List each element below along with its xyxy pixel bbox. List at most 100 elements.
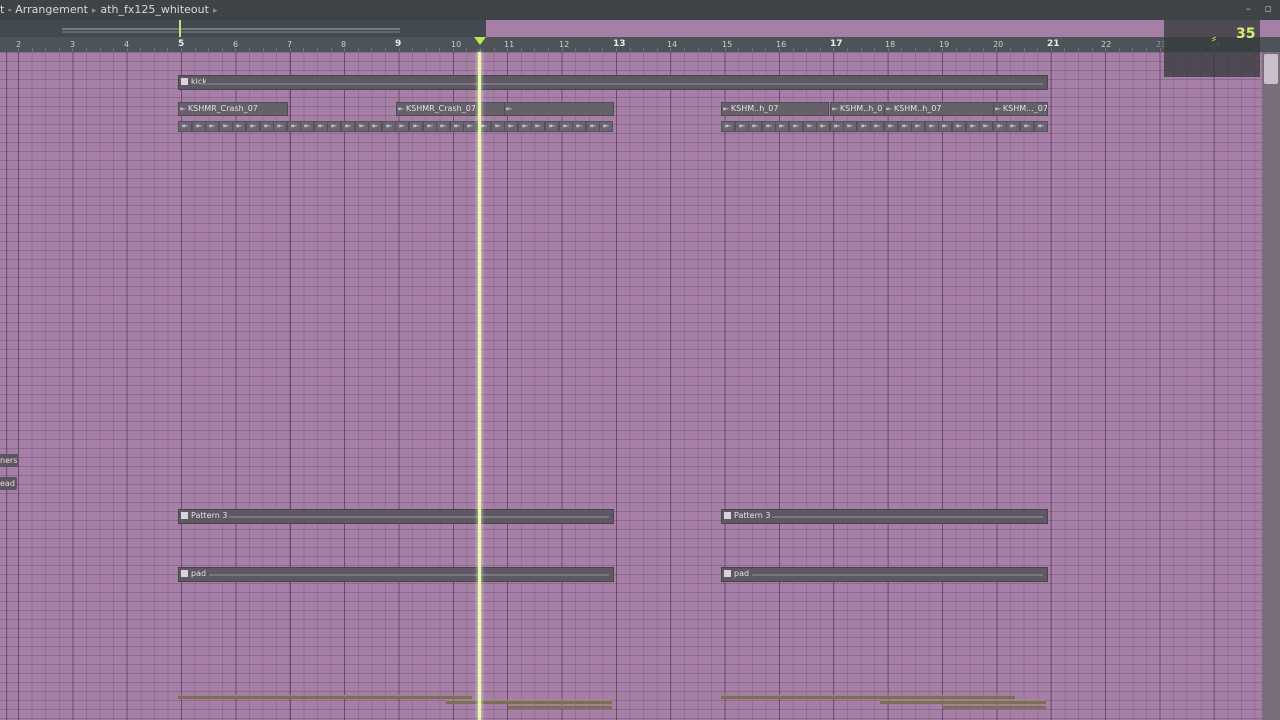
hat-clip[interactable]: ⇤ xyxy=(232,121,246,132)
clip-pad[interactable]: pad xyxy=(178,567,614,582)
hat-clip[interactable]: ⇤ xyxy=(260,121,274,132)
clip-hat[interactable]: ⇤ KSHM..h_07 xyxy=(884,102,994,116)
hat-clip[interactable]: ⇤ xyxy=(803,121,817,132)
clip-label: pad xyxy=(734,569,750,578)
hat-clip[interactable]: ⇤ xyxy=(599,121,613,132)
hat-clip[interactable]: ⇤ xyxy=(572,121,586,132)
hat-clip[interactable]: ⇤ xyxy=(178,121,192,132)
audio-clip-icon: ⇤ xyxy=(995,105,1001,113)
clip-pad[interactable]: pad xyxy=(721,567,1048,582)
hat-clip[interactable]: ⇤ xyxy=(925,121,939,132)
hat-clip[interactable]: ⇤ xyxy=(219,121,233,132)
bar-number: 2 xyxy=(16,40,22,49)
hat-clip[interactable]: ⇤ xyxy=(843,121,857,132)
hat-clip[interactable]: ⇤ xyxy=(518,121,532,132)
breadcrumb-pattern-name[interactable]: ath_fx125_whiteout xyxy=(100,3,209,16)
hat-clip[interactable]: ⇤ xyxy=(586,121,600,132)
hat-clip[interactable]: ⇤ xyxy=(830,121,844,132)
hat-clip[interactable]: ⇤ xyxy=(246,121,260,132)
hat-clip[interactable]: ⇤ xyxy=(382,121,396,132)
hat-clip[interactable]: ⇤ xyxy=(300,121,314,132)
audio-clip-icon: ⇤ xyxy=(832,105,838,113)
hat-clip[interactable]: ⇤ xyxy=(911,121,925,132)
hat-clip[interactable]: ⇤ xyxy=(952,121,966,132)
clip-content xyxy=(229,516,609,518)
hat-clip[interactable]: ⇤ xyxy=(816,121,830,132)
playlist-overview[interactable] xyxy=(0,20,486,38)
hat-clip[interactable]: ⇤ xyxy=(870,121,884,132)
hat-clip[interactable]: ⇤ xyxy=(395,121,409,132)
hat-clip[interactable]: ⇤ xyxy=(273,121,287,132)
hat-clip[interactable]: ⇤ xyxy=(205,121,219,132)
hat-clip[interactable]: ⇤ xyxy=(545,121,559,132)
bar-number: 7 xyxy=(287,40,293,49)
hat-clip[interactable]: ⇤ xyxy=(721,121,735,132)
automation-clip[interactable] xyxy=(446,700,612,704)
playhead-line[interactable] xyxy=(478,52,481,720)
clip-content xyxy=(752,574,1043,576)
hat-clip[interactable]: ⇤ xyxy=(1006,121,1020,132)
clip-hat[interactable]: ⇤ KSHM..._07 xyxy=(993,102,1048,116)
bar-number: 3 xyxy=(70,40,76,49)
hat-clip[interactable]: ⇤ xyxy=(450,121,464,132)
scrollbar-thumb[interactable] xyxy=(1264,54,1278,84)
hat-clip[interactable]: ⇤ xyxy=(979,121,993,132)
hat-clip[interactable]: ⇤ xyxy=(748,121,762,132)
breadcrumb-arrangement[interactable]: t - Arrangement xyxy=(0,3,88,16)
hat-clip[interactable]: ⇤ xyxy=(192,121,206,132)
clip-crash[interactable]: ⇤ KSHMR_Crash_07 xyxy=(178,102,288,116)
maximize-button[interactable]: ▫ xyxy=(1265,2,1272,15)
hat-clip[interactable]: ⇤ xyxy=(463,121,477,132)
hat-clip[interactable]: ⇤ xyxy=(504,121,518,132)
track-label-truncated[interactable]: ead xyxy=(0,477,17,490)
hat-clip[interactable]: ⇤ xyxy=(857,121,871,132)
overview-position-marker[interactable] xyxy=(179,20,181,37)
pattern-icon xyxy=(181,512,188,519)
hat-clip[interactable]: ⇤ xyxy=(559,121,573,132)
minimize-button[interactable]: – xyxy=(1246,2,1252,15)
clip-hat[interactable]: ⇤ KSHM..h_07 xyxy=(830,102,885,116)
tempo-display[interactable]: ⸗ 35 xyxy=(1164,20,1260,77)
clip-crash-fill[interactable]: ⇤ xyxy=(504,102,614,116)
hat-clip[interactable]: ⇤ xyxy=(327,121,341,132)
automation-clip[interactable] xyxy=(942,705,1046,709)
hat-clip[interactable]: ⇤ xyxy=(898,121,912,132)
title-bar: t - Arrangement ▸ ath_fx125_whiteout ▸ – ▫ xyxy=(0,0,1280,20)
automation-clip[interactable] xyxy=(721,695,1015,699)
bar-number: 21 xyxy=(1047,39,1060,49)
automation-clip[interactable] xyxy=(880,700,1046,704)
track-label-truncated[interactable]: ners xyxy=(0,454,20,467)
hat-clip[interactable]: ⇤ xyxy=(314,121,328,132)
clip-kick[interactable]: kick xyxy=(178,75,1048,90)
hat-clip[interactable]: ⇤ xyxy=(775,121,789,132)
hat-clip[interactable]: ⇤ xyxy=(531,121,545,132)
automation-clip[interactable] xyxy=(508,705,612,709)
timeline-ruler[interactable]: 2 3 4 5 6 7 8 9 10 11 12 13 14 15 16 17 … xyxy=(0,37,1280,53)
playlist-grid[interactable]: kick ⇤ KSHMR_Crash_07 ⇤ KSHMR_Crash_07 ⇤ ⇤… xyxy=(0,52,1262,720)
vertical-scrollbar[interactable] xyxy=(1262,52,1280,720)
clip-pattern-3[interactable]: Pattern 3 xyxy=(721,509,1048,524)
automation-clip[interactable] xyxy=(178,695,472,699)
breadcrumb-separator: ▸ xyxy=(212,6,218,16)
clip-hat[interactable]: ⇤ KSHM..h_07 xyxy=(721,102,829,116)
clip-crash[interactable]: ⇤ KSHMR_Crash_07 xyxy=(396,102,506,116)
playhead-marker[interactable] xyxy=(474,37,486,45)
hat-clip[interactable]: ⇤ xyxy=(355,121,369,132)
hat-clip[interactable]: ⇤ xyxy=(368,121,382,132)
hat-clip[interactable]: ⇤ xyxy=(423,121,437,132)
hat-clip[interactable]: ⇤ xyxy=(287,121,301,132)
hat-clip[interactable]: ⇤ xyxy=(735,121,749,132)
hat-clip[interactable]: ⇤ xyxy=(966,121,980,132)
hat-clip[interactable]: ⇤ xyxy=(1020,121,1034,132)
hat-clip[interactable]: ⇤ xyxy=(341,121,355,132)
hat-clip[interactable]: ⇤ xyxy=(491,121,505,132)
hat-clip[interactable]: ⇤ xyxy=(884,121,898,132)
hat-clip[interactable]: ⇤ xyxy=(762,121,776,132)
hat-clip[interactable]: ⇤ xyxy=(938,121,952,132)
hat-clip[interactable]: ⇤ xyxy=(1034,121,1048,132)
clip-pattern-3[interactable]: Pattern 3 xyxy=(178,509,614,524)
hat-clip[interactable]: ⇤ xyxy=(993,121,1007,132)
hat-clip[interactable]: ⇤ xyxy=(789,121,803,132)
hat-clip[interactable]: ⇤ xyxy=(409,121,423,132)
hat-clip[interactable]: ⇤ xyxy=(436,121,450,132)
